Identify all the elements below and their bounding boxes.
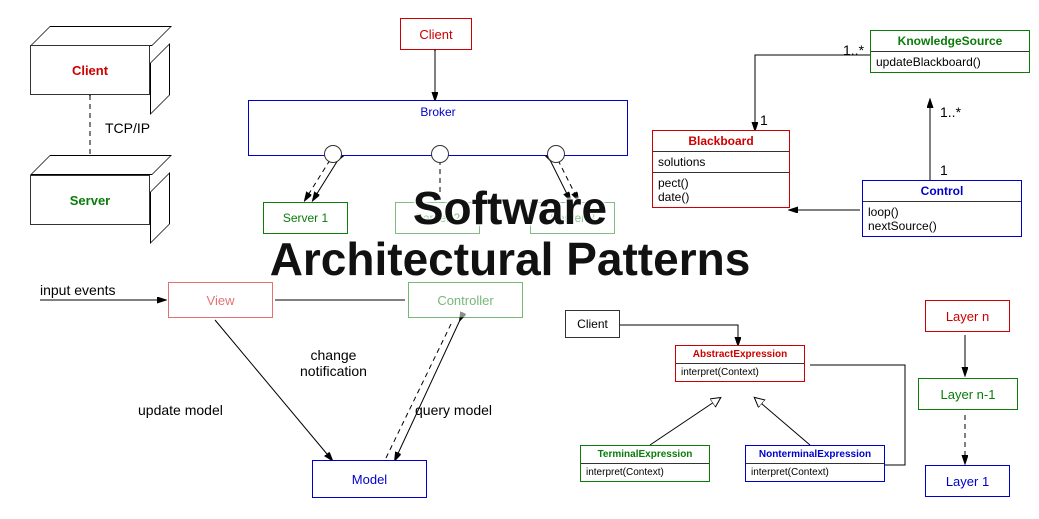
terminal-expression-box: TerminalExpression interpret(Context): [580, 445, 710, 482]
broker-port-2: [431, 145, 449, 163]
knowledge-source-box: KnowledgeSource updateBlackboard(): [870, 30, 1030, 73]
broker-port-1: [324, 145, 342, 163]
layer-1-box: Layer 1: [925, 465, 1010, 497]
controller-box: Controller: [408, 282, 523, 318]
controller-label: Controller: [437, 293, 493, 308]
view-label: View: [207, 293, 235, 308]
knowledge-source-method: updateBlackboard(): [871, 51, 1029, 72]
mult-1d: 1: [940, 162, 948, 178]
client-cube-side: [150, 43, 170, 115]
tcpip-label: TCP/IP: [105, 120, 150, 136]
control-title: Control: [863, 181, 1021, 201]
query-model-label: query model: [415, 402, 492, 418]
mult-1a: 1..*: [843, 42, 864, 58]
broker-box: Broker: [248, 100, 628, 156]
main-title: Software Architectural Patterns: [190, 183, 830, 284]
terminal-expression-title: TerminalExpression: [581, 446, 709, 463]
diagram-stage: Client Server TCP/IP Client Broker Serve…: [0, 0, 1039, 519]
abstract-expression-method: interpret(Context): [676, 363, 804, 381]
input-events-label: input events: [40, 282, 116, 298]
layer-1-label: Layer 1: [946, 474, 989, 489]
blackboard-attr: solutions: [653, 151, 789, 172]
abstract-expression-title: AbstractExpression: [676, 346, 804, 363]
client-label: Client: [72, 63, 108, 78]
layer-n-box: Layer n: [925, 300, 1010, 332]
nonterminal-expression-title: NonterminalExpression: [746, 446, 884, 463]
change-notification-label: change notification: [300, 347, 367, 379]
control-methods: loop() nextSource(): [863, 201, 1021, 236]
nonterminal-expression-box: NonterminalExpression interpret(Context): [745, 445, 885, 482]
terminal-expression-method: interpret(Context): [581, 463, 709, 481]
layer-n1-box: Layer n-1: [918, 378, 1018, 410]
blackboard-title: Blackboard: [653, 131, 789, 151]
broker-port-3: [547, 145, 565, 163]
broker-label: Broker: [420, 105, 455, 119]
server-cube-top: [30, 155, 172, 175]
mult-1b: 1: [760, 112, 768, 128]
broker-client-box: Client: [400, 18, 472, 50]
model-label: Model: [352, 472, 387, 487]
layer-n1-label: Layer n-1: [941, 387, 996, 402]
nonterminal-expression-method: interpret(Context): [746, 463, 884, 481]
broker-client-label: Client: [419, 27, 452, 42]
interpreter-client-label: Client: [577, 317, 608, 331]
abstract-expression-box: AbstractExpression interpret(Context): [675, 345, 805, 382]
server-cube-side: [150, 172, 170, 244]
view-box: View: [168, 282, 273, 318]
control-box: Control loop() nextSource(): [862, 180, 1022, 237]
layer-n-label: Layer n: [946, 309, 989, 324]
client-box: Client: [30, 45, 150, 95]
client-cube-top: [30, 26, 172, 46]
update-model-label: update model: [138, 402, 223, 418]
server-label: Server: [70, 193, 110, 208]
server-box: Server: [30, 175, 150, 225]
interpreter-client-box: Client: [565, 310, 620, 338]
knowledge-source-title: KnowledgeSource: [871, 31, 1029, 51]
mult-1c: 1..*: [940, 104, 961, 120]
model-box: Model: [312, 460, 427, 498]
